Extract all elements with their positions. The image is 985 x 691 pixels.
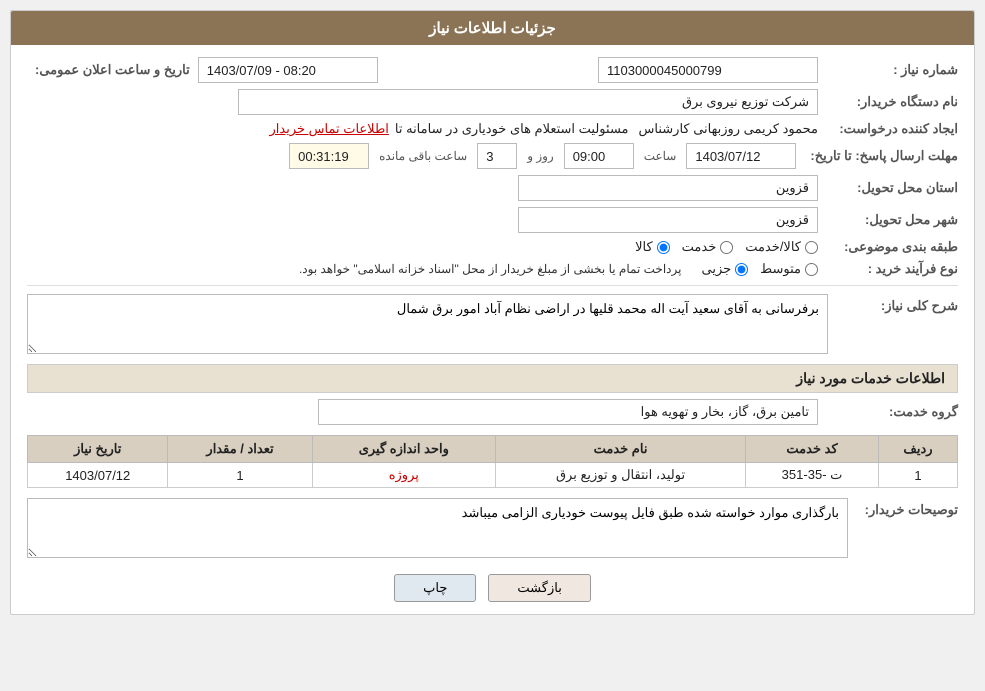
category-radio-kala[interactable]: کالا — [635, 239, 670, 255]
deadline-time: 09:00 — [564, 143, 634, 169]
requester-org-label: نام دستگاه خریدار: — [818, 94, 958, 110]
col-unit: واحد اندازه گیری — [312, 436, 495, 463]
purchase-type-label: نوع فرآیند خرید : — [818, 261, 958, 277]
need-number-label: شماره نیاز : — [818, 62, 958, 78]
purchase-type-input-medium[interactable] — [805, 263, 818, 276]
city-label: شهر محل تحویل: — [818, 212, 958, 228]
col-service-code: کد خدمت — [746, 436, 879, 463]
buyer-notes-textarea[interactable]: بارگذاری موارد خواسته شده طبق فایل پیوست… — [27, 498, 848, 558]
deadline-remaining: 00:31:19 — [289, 143, 369, 169]
col-row-num: ردیف — [879, 436, 958, 463]
deadline-time-label: ساعت — [644, 149, 677, 163]
deadline-remaining-label: ساعت باقی مانده — [379, 149, 467, 163]
print-button[interactable]: چاپ — [394, 574, 476, 602]
col-date: تاریخ نیاز — [28, 436, 168, 463]
deadline-days-label: روز و — [527, 149, 554, 163]
creator-name: محمود کریمی روزبهانی کارشناس — [639, 121, 818, 137]
category-label-kala: کالا — [635, 239, 653, 255]
category-label: طبقه بندی موضوعی: — [818, 239, 958, 255]
province-label: استان محل تحویل: — [818, 180, 958, 196]
service-group-value: تامین برق، گاز، بخار و تهویه هوا — [318, 399, 818, 425]
purchase-type-label-medium: متوسط — [760, 261, 801, 277]
buyer-notes-label: توصیحات خریدار: — [848, 498, 958, 518]
requester-org-value: شرکت توزیع نیروی برق — [238, 89, 818, 115]
purchase-type-radio-partial[interactable]: جزیی — [701, 261, 748, 277]
category-radio-group: کالا/خدمت خدمت کالا — [635, 239, 818, 255]
deadline-label: مهلت ارسال پاسخ: تا تاریخ: — [802, 148, 958, 164]
category-radio-kala-khedmat[interactable]: کالا/خدمت — [745, 239, 818, 255]
category-radio-input-khedmat[interactable] — [720, 241, 733, 254]
announce-date-label: تاریخ و ساعت اعلان عمومی: — [27, 62, 190, 78]
city-value: قزوین — [518, 207, 818, 233]
deadline-days: 3 — [477, 143, 517, 169]
back-button[interactable]: بازگشت — [488, 574, 590, 602]
purchase-type-label-partial: جزیی — [701, 261, 731, 277]
service-group-label: گروه خدمت: — [818, 404, 958, 420]
col-service-name: نام خدمت — [496, 436, 746, 463]
creator-role: مسئولیت استعلام های خودیاری در سامانه تا — [395, 121, 629, 137]
creator-link[interactable]: اطلاعات تماس خریدار — [270, 121, 389, 137]
col-quantity: تعداد / مقدار — [168, 436, 312, 463]
general-desc-textarea[interactable]: برفرسانی به آقای سعید آیت اله محمد قلیها… — [27, 294, 828, 354]
need-number-value: 1103000045000799 — [598, 57, 818, 83]
purchase-type-input-partial[interactable] — [735, 263, 748, 276]
action-buttons: بازگشت چاپ — [27, 574, 958, 602]
announce-date-value: 1403/07/09 - 08:20 — [198, 57, 378, 83]
purchase-type-radio-group: متوسط جزیی — [701, 261, 818, 277]
general-desc-label: شرح کلی نیاز: — [828, 294, 958, 314]
purchase-type-note: پرداخت تمام یا بخشی از مبلغ خریدار از مح… — [299, 262, 682, 276]
services-section-header: اطلاعات خدمات مورد نیاز — [27, 364, 958, 393]
category-label-kala-khedmat: کالا/خدمت — [745, 239, 801, 255]
creator-label: ایجاد کننده درخواست: — [818, 121, 958, 137]
table-row: 1ت -35-351تولید، انتقال و توزیع برقپروژه… — [28, 463, 958, 488]
page-title: جزئیات اطلاعات نیاز — [11, 11, 974, 45]
category-radio-input-kala-khedmat[interactable] — [805, 241, 818, 254]
category-radio-input-kala[interactable] — [657, 241, 670, 254]
province-value: قزوین — [518, 175, 818, 201]
purchase-type-radio-medium[interactable]: متوسط — [760, 261, 818, 277]
category-radio-khedmat[interactable]: خدمت — [682, 239, 734, 255]
services-table: ردیف کد خدمت نام خدمت واحد اندازه گیری ت… — [27, 435, 958, 488]
deadline-date: 1403/07/12 — [686, 143, 796, 169]
category-label-khedmat: خدمت — [682, 239, 717, 255]
